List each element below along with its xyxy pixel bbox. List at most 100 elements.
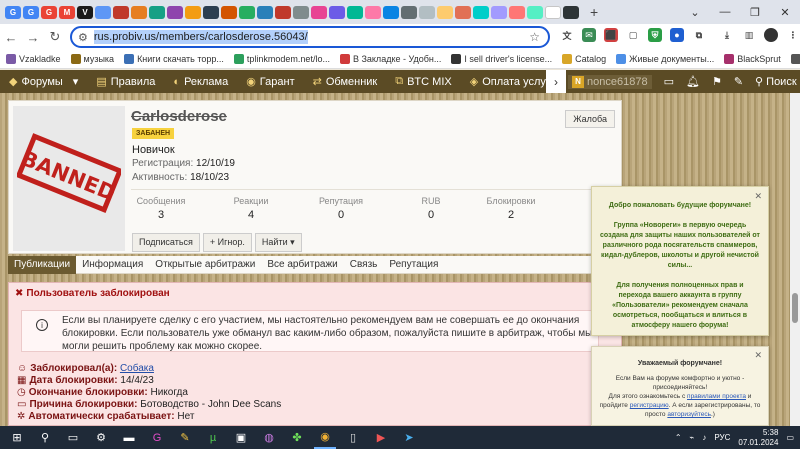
explorer-icon[interactable]: ▬: [118, 426, 140, 449]
browser-tab[interactable]: [509, 5, 525, 19]
bookmark-item[interactable]: музыка: [70, 54, 114, 64]
nav-scroll-arrow-icon[interactable]: ›: [546, 70, 566, 93]
ignore-button[interactable]: + Игнор.: [202, 233, 252, 252]
document-app-icon[interactable]: ▯: [342, 426, 364, 449]
complain-button[interactable]: Жалоба: [565, 110, 615, 128]
tray-chevron-icon[interactable]: ⌃: [675, 433, 682, 442]
network-icon[interactable]: ⌁: [690, 433, 695, 442]
edit-icon[interactable]: ✎: [734, 75, 743, 88]
extensions-puzzle-icon[interactable]: ⧉: [692, 28, 706, 42]
notifications-icon[interactable]: ▭: [786, 433, 794, 442]
clover-icon[interactable]: ✤: [286, 426, 308, 449]
back-button[interactable]: ←: [0, 30, 22, 45]
forum-nav-item[interactable]: ⧉ BTC MIX: [386, 70, 460, 93]
browser-tab[interactable]: G: [41, 5, 57, 19]
volume-icon[interactable]: ♪: [702, 433, 706, 442]
chrome-icon[interactable]: ◉: [314, 426, 336, 449]
new-tab-button[interactable]: +: [590, 4, 598, 20]
sidepanel-icon[interactable]: ▥: [742, 28, 756, 42]
app-window-icon[interactable]: ▣: [230, 426, 252, 449]
browser-tab[interactable]: [455, 5, 471, 19]
close-button[interactable]: ✕: [770, 0, 800, 24]
profile-tab[interactable]: Публикации: [8, 255, 77, 274]
user-nick-badge[interactable]: N nonce61878: [568, 74, 652, 89]
bookmark-item[interactable]: Vzakladke: [6, 54, 61, 64]
browser-tab[interactable]: [203, 5, 219, 19]
profile-tab[interactable]: Информация: [76, 256, 149, 274]
forward-button[interactable]: →: [22, 30, 44, 45]
browser-tab[interactable]: G: [23, 5, 39, 19]
browser-tab[interactable]: [347, 5, 363, 19]
search-link[interactable]: ⚲ Поиск: [755, 75, 797, 88]
browser-tab[interactable]: [113, 5, 129, 19]
pen-app-icon[interactable]: ✎: [174, 426, 196, 449]
forum-nav-item[interactable]: ◐ Реклама: [164, 70, 237, 93]
profile-tab[interactable]: Репутация: [383, 256, 444, 274]
browser-tab[interactable]: [527, 5, 543, 19]
browser-tab[interactable]: [401, 5, 417, 19]
profile-tab[interactable]: Все арбитражи: [261, 256, 343, 274]
browser-tab[interactable]: [275, 5, 291, 19]
app-g-icon[interactable]: G: [146, 426, 168, 449]
bookmark-item[interactable]: BlackSprut: [790, 54, 800, 64]
rules-link[interactable]: правилами проекта: [687, 393, 746, 400]
download-icon[interactable]: ⤓: [720, 28, 734, 42]
site-info-icon[interactable]: ⚙: [78, 31, 88, 44]
page-scrollbar[interactable]: [790, 93, 800, 426]
profile-avatar-icon[interactable]: [764, 28, 778, 42]
restore-button[interactable]: ❐: [740, 0, 770, 24]
browser-tab[interactable]: [293, 5, 309, 19]
settings-icon[interactable]: ⚙: [90, 426, 112, 449]
search-icon[interactable]: ⚲: [34, 426, 56, 449]
bookmark-icon[interactable]: ⚑: [712, 75, 722, 88]
language-indicator[interactable]: РУС: [714, 433, 730, 442]
browser-tab[interactable]: [257, 5, 273, 19]
utorrent-icon[interactable]: µ: [202, 426, 224, 449]
browser-tab[interactable]: G: [5, 5, 21, 19]
forum-nav-item[interactable]: ◉ Гарант: [237, 70, 303, 93]
browser-tab[interactable]: [131, 5, 147, 19]
bookmark-item[interactable]: Catalog: [562, 54, 606, 64]
active-tab[interactable]: [545, 5, 561, 19]
find-button[interactable]: Найти ▾: [254, 233, 302, 252]
address-bar[interactable]: ⚙ rus.probiv.us/members/carlosderose.560…: [70, 26, 550, 48]
browser-menu-icon[interactable]: ⋮: [786, 28, 800, 42]
app-circle-icon[interactable]: ◍: [258, 426, 280, 449]
blocked-by-link[interactable]: Собака: [120, 363, 154, 374]
shield-extension-icon[interactable]: ⛨: [648, 28, 662, 42]
inbox-icon[interactable]: ▭: [664, 75, 674, 88]
browser-tab[interactable]: [419, 5, 435, 19]
profile-tab[interactable]: Открытые арбитражи: [149, 256, 261, 274]
media-app-icon[interactable]: ▶: [370, 426, 392, 449]
tab-search-button[interactable]: ⌄: [680, 0, 710, 24]
close-icon[interactable]: ✕: [754, 191, 762, 201]
reload-button[interactable]: ↻: [44, 29, 66, 45]
forum-nav-item[interactable]: ◈ Оплата услуг: [461, 70, 559, 93]
bookmark-star-icon[interactable]: ☆: [529, 30, 540, 44]
bookmark-item[interactable]: tplinkmodem.net/lo...: [233, 54, 330, 64]
profile-tab[interactable]: Связь: [344, 256, 384, 274]
vpn-extension-icon[interactable]: ●: [670, 28, 684, 42]
browser-tab[interactable]: [365, 5, 381, 19]
register-link[interactable]: регистрацию: [630, 402, 669, 409]
screen-capture-icon[interactable]: ▢: [626, 28, 640, 42]
browser-tab[interactable]: [221, 5, 237, 19]
close-icon[interactable]: ✕: [754, 351, 762, 360]
browser-tab[interactable]: [383, 5, 399, 19]
url-text[interactable]: rus.probiv.us/members/carlosderose.56043…: [93, 30, 308, 44]
browser-tab[interactable]: [329, 5, 345, 19]
browser-tab[interactable]: [311, 5, 327, 19]
translate-icon[interactable]: 文: [560, 28, 574, 42]
bookmark-item[interactable]: I sell driver's license...: [451, 54, 552, 64]
browser-tab[interactable]: [473, 5, 489, 19]
forum-nav-item[interactable]: ▤ Правила: [87, 70, 164, 93]
bookmark-item[interactable]: Книги скачать торр...: [124, 54, 224, 64]
browser-tab[interactable]: M: [59, 5, 75, 19]
browser-tab[interactable]: [437, 5, 453, 19]
bell-icon[interactable]: 🔔︎: [686, 75, 700, 88]
forum-nav-item[interactable]: ◆ Форумы ▾: [0, 70, 87, 93]
bookmark-item[interactable]: Живые документы...: [616, 54, 714, 64]
minimize-button[interactable]: —: [710, 0, 740, 24]
windows-start-icon[interactable]: ⊞: [6, 426, 28, 449]
browser-tab[interactable]: [95, 5, 111, 19]
